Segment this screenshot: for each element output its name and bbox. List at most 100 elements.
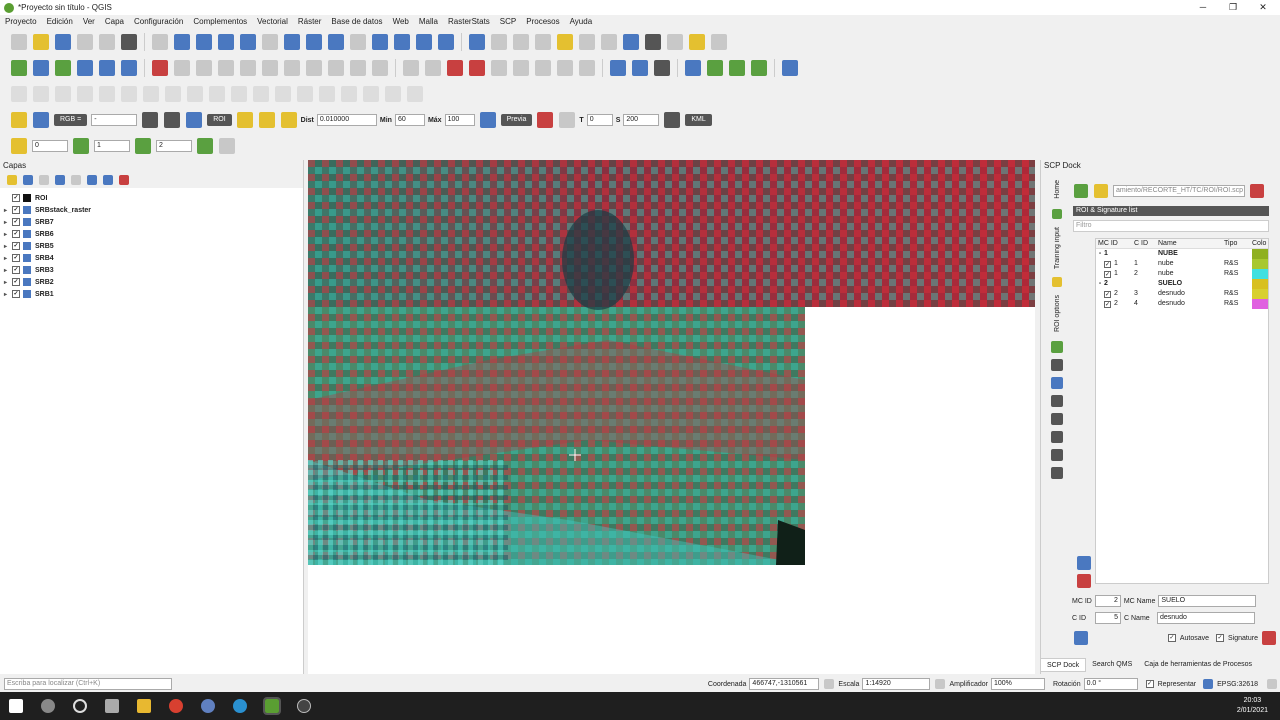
s-input[interactable]: 200 bbox=[623, 114, 660, 126]
col-c-id[interactable]: C ID bbox=[1134, 239, 1158, 248]
offset-point-icon[interactable] bbox=[385, 86, 401, 102]
locator-search-input[interactable]: Escriba para localizar (Ctrl+K) bbox=[4, 678, 172, 690]
zoom-native-icon[interactable] bbox=[306, 34, 322, 50]
attribute-table-icon[interactable] bbox=[579, 34, 595, 50]
toggle-extent-icon[interactable] bbox=[824, 679, 835, 689]
kml-button[interactable]: KML bbox=[685, 114, 712, 126]
scp-tool-3-icon[interactable] bbox=[1051, 376, 1063, 389]
messages-icon[interactable] bbox=[1267, 679, 1277, 689]
scale-feature-icon[interactable] bbox=[77, 86, 93, 102]
digitize-icon[interactable] bbox=[218, 60, 234, 76]
band-set-icon[interactable] bbox=[11, 138, 27, 154]
mc-id-input[interactable]: 2 bbox=[1094, 595, 1121, 607]
expand-arrow-icon[interactable]: ▸ bbox=[4, 255, 12, 262]
menu-proyecto[interactable]: Proyecto bbox=[0, 15, 42, 29]
tab-training-input[interactable]: Training input bbox=[1054, 227, 1061, 269]
roi-name[interactable]: SUELO bbox=[1158, 279, 1224, 289]
scp-zoom-raster-icon[interactable] bbox=[11, 112, 27, 128]
data-source-manager-icon[interactable] bbox=[11, 60, 27, 76]
layer-style-icon[interactable] bbox=[7, 175, 17, 185]
rotate-feature-icon[interactable] bbox=[55, 86, 71, 102]
identify-icon[interactable] bbox=[469, 34, 485, 50]
collapse-all-icon[interactable] bbox=[103, 175, 113, 185]
restore-button[interactable]: ❐ bbox=[1218, 0, 1248, 15]
roi-group-row[interactable]: -2 SUELO bbox=[1096, 279, 1268, 289]
render-checkbox[interactable]: ✓ bbox=[1145, 680, 1154, 688]
show-bookmarks-icon[interactable] bbox=[416, 34, 432, 50]
layer-visibility-checkbox[interactable]: ✓ bbox=[12, 278, 20, 286]
split-parts-icon[interactable] bbox=[297, 86, 313, 102]
expand-arrow-icon[interactable]: ▸ bbox=[4, 231, 12, 238]
zoom-selection-icon[interactable] bbox=[262, 34, 278, 50]
add-virtual-layer-icon[interactable] bbox=[121, 60, 137, 76]
roi-name[interactable]: nube bbox=[1158, 259, 1224, 269]
roi-checkbox[interactable]: ✓ bbox=[1104, 270, 1111, 278]
menu-base-de-datos[interactable]: Base de datos bbox=[326, 15, 387, 29]
menu-configuracion[interactable]: Configuración bbox=[129, 15, 188, 29]
qms-globe-icon[interactable] bbox=[610, 60, 626, 76]
menu-procesos[interactable]: Procesos bbox=[521, 15, 564, 29]
paste-features-icon[interactable] bbox=[328, 60, 344, 76]
menu-complementos[interactable]: Complementos bbox=[188, 15, 252, 29]
qms-settings-icon[interactable] bbox=[654, 60, 670, 76]
band-input-1[interactable]: 0 bbox=[32, 140, 68, 152]
tab-search-qms[interactable]: Search QMS bbox=[1086, 658, 1138, 672]
label-tool-icon[interactable] bbox=[403, 60, 419, 76]
band-input-3[interactable]: 2 bbox=[156, 140, 192, 152]
expand-all-icon[interactable] bbox=[87, 175, 97, 185]
expand-arrow-icon[interactable]: ▸ bbox=[4, 279, 12, 286]
layer-item[interactable]: ▸ ✓ SRB4 bbox=[0, 252, 303, 264]
statistics-sum-icon[interactable] bbox=[645, 34, 661, 50]
map-canvas[interactable] bbox=[308, 160, 1035, 674]
menu-malla[interactable]: Malla bbox=[414, 15, 443, 29]
split-features-icon[interactable] bbox=[275, 86, 291, 102]
rotation-input[interactable]: 0.0 ° bbox=[1083, 678, 1138, 690]
layer-item[interactable]: ▸ ✓ SRB2 bbox=[0, 276, 303, 288]
roi-name[interactable]: desnudo bbox=[1158, 299, 1224, 309]
label-callout-icon[interactable] bbox=[579, 60, 595, 76]
scp-manual-roi-icon[interactable] bbox=[236, 112, 253, 128]
actions-icon[interactable] bbox=[491, 34, 507, 50]
expand-arrow-icon[interactable]: ▸ bbox=[4, 267, 12, 274]
roi-color-swatch[interactable] bbox=[1252, 259, 1268, 269]
collapse-icon[interactable]: - bbox=[1096, 249, 1104, 259]
merge-attributes-icon[interactable] bbox=[341, 86, 357, 102]
col-color[interactable]: Colo bbox=[1252, 239, 1268, 248]
redo-icon[interactable] bbox=[372, 60, 388, 76]
roi-file-path[interactable]: amiento/RECORTE_HT/TC/ROI/ROI.scp bbox=[1113, 185, 1245, 197]
measure-icon[interactable] bbox=[667, 34, 683, 50]
c-name-input[interactable]: desnudo bbox=[1157, 612, 1255, 624]
pan-to-selection-icon[interactable] bbox=[174, 34, 190, 50]
layer-visibility-checkbox[interactable]: ✓ bbox=[12, 266, 20, 274]
open-project-icon[interactable] bbox=[33, 34, 49, 50]
close-button[interactable]: ✕ bbox=[1248, 0, 1278, 15]
crs-globe-icon[interactable] bbox=[1203, 679, 1214, 689]
layer-visibility-checkbox[interactable]: ✓ bbox=[12, 254, 20, 262]
collapse-icon[interactable]: - bbox=[1096, 279, 1104, 289]
max-input[interactable]: 100 bbox=[444, 114, 475, 126]
label-diagram-icon[interactable] bbox=[557, 60, 573, 76]
menu-scp[interactable]: SCP bbox=[495, 15, 521, 29]
label-change-icon[interactable] bbox=[535, 60, 551, 76]
add-ring-icon[interactable] bbox=[121, 86, 137, 102]
map-tips-icon[interactable] bbox=[689, 34, 705, 50]
roi-filter-input[interactable]: Filtro bbox=[1073, 220, 1269, 232]
roi-color-swatch[interactable] bbox=[1252, 279, 1268, 289]
new-print-layout-icon[interactable] bbox=[77, 34, 93, 50]
delete-part-icon[interactable] bbox=[209, 86, 225, 102]
scp-tool-5-icon[interactable] bbox=[1051, 412, 1063, 425]
expand-arrow-icon[interactable]: ▸ bbox=[4, 207, 12, 214]
layer-item[interactable]: ▸ ✓ SRB7 bbox=[0, 216, 303, 228]
scp-redo-roi-icon[interactable] bbox=[280, 112, 297, 128]
rgb-select[interactable]: - bbox=[91, 114, 138, 126]
select-features-icon[interactable] bbox=[513, 34, 529, 50]
cut-features-icon[interactable] bbox=[284, 60, 300, 76]
layer-item[interactable]: ▸ ✓ SRB6 bbox=[0, 228, 303, 240]
select-by-value-icon[interactable] bbox=[535, 34, 551, 50]
move-feature-icon[interactable] bbox=[33, 86, 49, 102]
current-edits-icon[interactable] bbox=[152, 60, 168, 76]
layer-visibility-checkbox[interactable]: ✓ bbox=[12, 206, 20, 214]
scp-tool-4-icon[interactable] bbox=[1051, 394, 1063, 407]
qgis-taskbar-icon[interactable] bbox=[263, 697, 281, 715]
scale-select[interactable]: 1:14920 bbox=[862, 678, 931, 690]
